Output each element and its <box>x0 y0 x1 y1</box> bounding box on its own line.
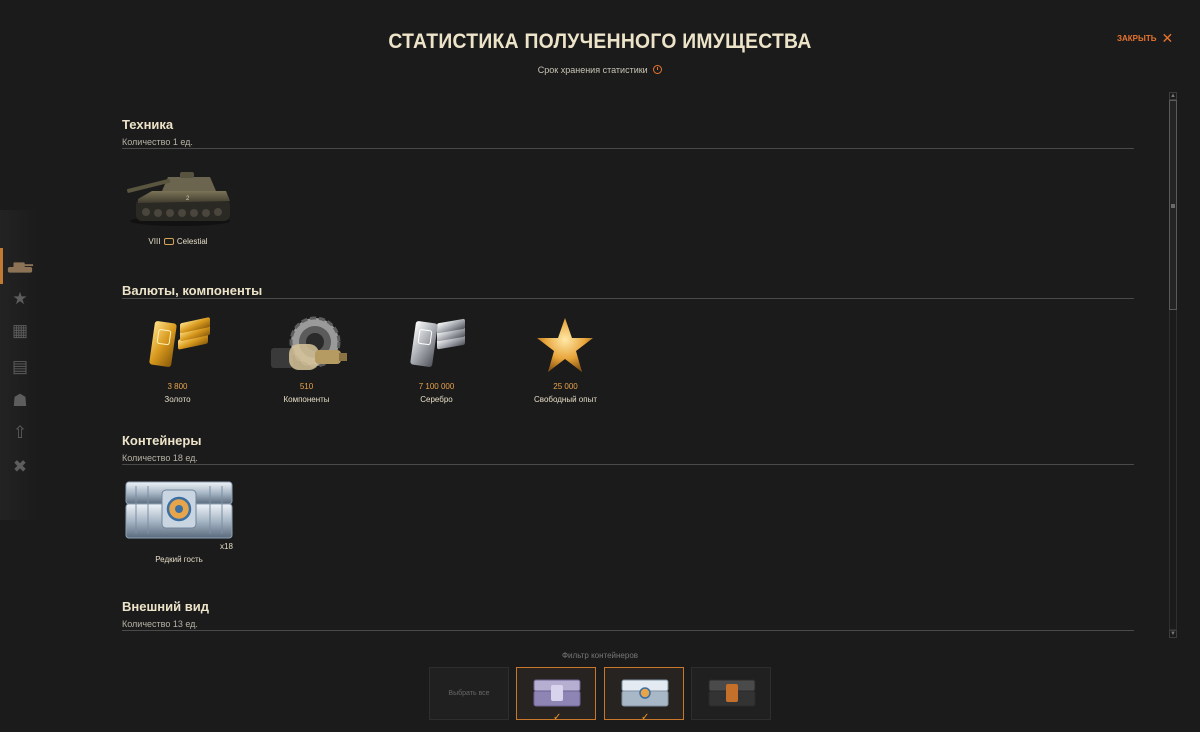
free-xp-tile[interactable]: 25 000 Свободный опыт <box>518 312 613 407</box>
section-title-appearance: Внешний вид <box>122 599 209 614</box>
vehicle-name: Celestial <box>176 237 208 246</box>
section-divider <box>122 298 1134 299</box>
section-count-containers: Количество 18 ед. <box>122 453 198 463</box>
container-chest-icon <box>125 481 233 539</box>
scroll-down-arrow[interactable]: ▼ <box>1169 630 1177 638</box>
vehicle-tier: VIII <box>148 237 161 246</box>
free-xp-name: Свободный опыт <box>534 395 597 404</box>
scroll-marker <box>1171 204 1175 208</box>
gold-value: 3 800 <box>167 382 188 391</box>
gold-name: Золото <box>164 395 191 404</box>
close-button[interactable]: ЗАКРЫТЬ ✕ <box>1117 30 1174 46</box>
sidebar-crew-icon[interactable]: ☗ <box>6 390 34 412</box>
section-divider <box>122 464 1134 465</box>
components-name: Компоненты <box>283 395 330 404</box>
section-title-currencies: Валюты, компоненты <box>122 283 263 298</box>
section-count-appearance: Количество 13 ед. <box>122 619 198 629</box>
stats-retention-label[interactable]: Срок хранения статистики <box>0 65 1200 75</box>
vehicle-tile[interactable]: 2 VIII Celestial <box>122 155 234 250</box>
section-count-vehicles: Количество 1 ед. <box>122 137 193 147</box>
filter-select-all[interactable]: Выбрать все <box>429 667 509 720</box>
scrollbar[interactable]: ▲ ▼ <box>1169 92 1177 638</box>
close-label: ЗАКРЫТЬ <box>1117 33 1157 43</box>
free-xp-value: 25 000 <box>553 382 578 391</box>
silver-value: 7 100 000 <box>418 382 455 391</box>
sidebar-equipment-icon[interactable]: ▦ <box>6 320 34 342</box>
silver-name: Серебро <box>420 395 453 404</box>
stats-retention-text: Срок хранения статистики <box>537 65 648 75</box>
vehicle-label: VIII Celestial <box>122 237 234 246</box>
sidebar-crew-star-icon[interactable]: ★ <box>6 288 34 310</box>
dark-container-icon <box>708 679 756 707</box>
check-icon: ✓ <box>641 712 650 723</box>
components-gear-icon <box>271 316 347 370</box>
purple-container-icon <box>533 679 581 707</box>
section-divider <box>122 148 1134 149</box>
sidebar-camo-icon[interactable]: ▤ <box>6 356 34 378</box>
gold-icon <box>149 317 210 367</box>
close-icon: ✕ <box>1161 30 1174 46</box>
filter-option-silver-container[interactable]: ✓ <box>604 667 684 723</box>
tank-icon <box>7 262 34 273</box>
tank-image: 2 <box>126 172 230 226</box>
section-title-vehicles: Техника <box>122 117 174 132</box>
container-count-badge: x18 <box>220 542 233 551</box>
container-name: Редкий гость <box>155 555 203 564</box>
components-tile[interactable]: 510 Компоненты <box>259 312 354 407</box>
silver-tile[interactable]: 7 100 000 Серебро <box>389 312 484 407</box>
page-title: СТАТИСТИКА ПОЛУЧЕННОГО ИМУЩЕСТВА <box>388 30 812 53</box>
sidebar-tank-icon[interactable] <box>6 256 34 278</box>
components-value: 510 <box>299 382 314 391</box>
filter-option-dark-container[interactable] <box>691 667 771 720</box>
section-title-containers: Контейнеры <box>122 433 202 448</box>
sidebar-tools-icon[interactable]: ✖ <box>6 456 34 478</box>
check-icon: ✓ <box>553 712 562 723</box>
star-icon <box>537 318 593 372</box>
container-tile[interactable]: x18 Редкий гость <box>122 474 236 569</box>
silver-icon <box>410 318 465 367</box>
sidebar-upgrade-arrow-icon[interactable]: ⇧ <box>6 422 34 444</box>
silver-container-icon <box>621 679 669 707</box>
scroll-up-arrow[interactable]: ▲ <box>1169 92 1177 100</box>
select-all-label: Выбрать все <box>448 690 490 697</box>
clock-icon[interactable] <box>653 65 663 74</box>
filter-label: Фильтр контейнеров <box>561 651 639 660</box>
section-divider <box>122 630 1134 631</box>
sidebar-active-indicator <box>0 248 3 284</box>
filter-option-purple-container[interactable]: ✓ <box>516 667 596 723</box>
sidebar: ★ ▦ ▤ ☗ ⇧ ✖ <box>0 210 38 520</box>
premium-badge-icon <box>163 238 174 245</box>
gold-tile[interactable]: 3 800 Золото <box>130 312 225 407</box>
